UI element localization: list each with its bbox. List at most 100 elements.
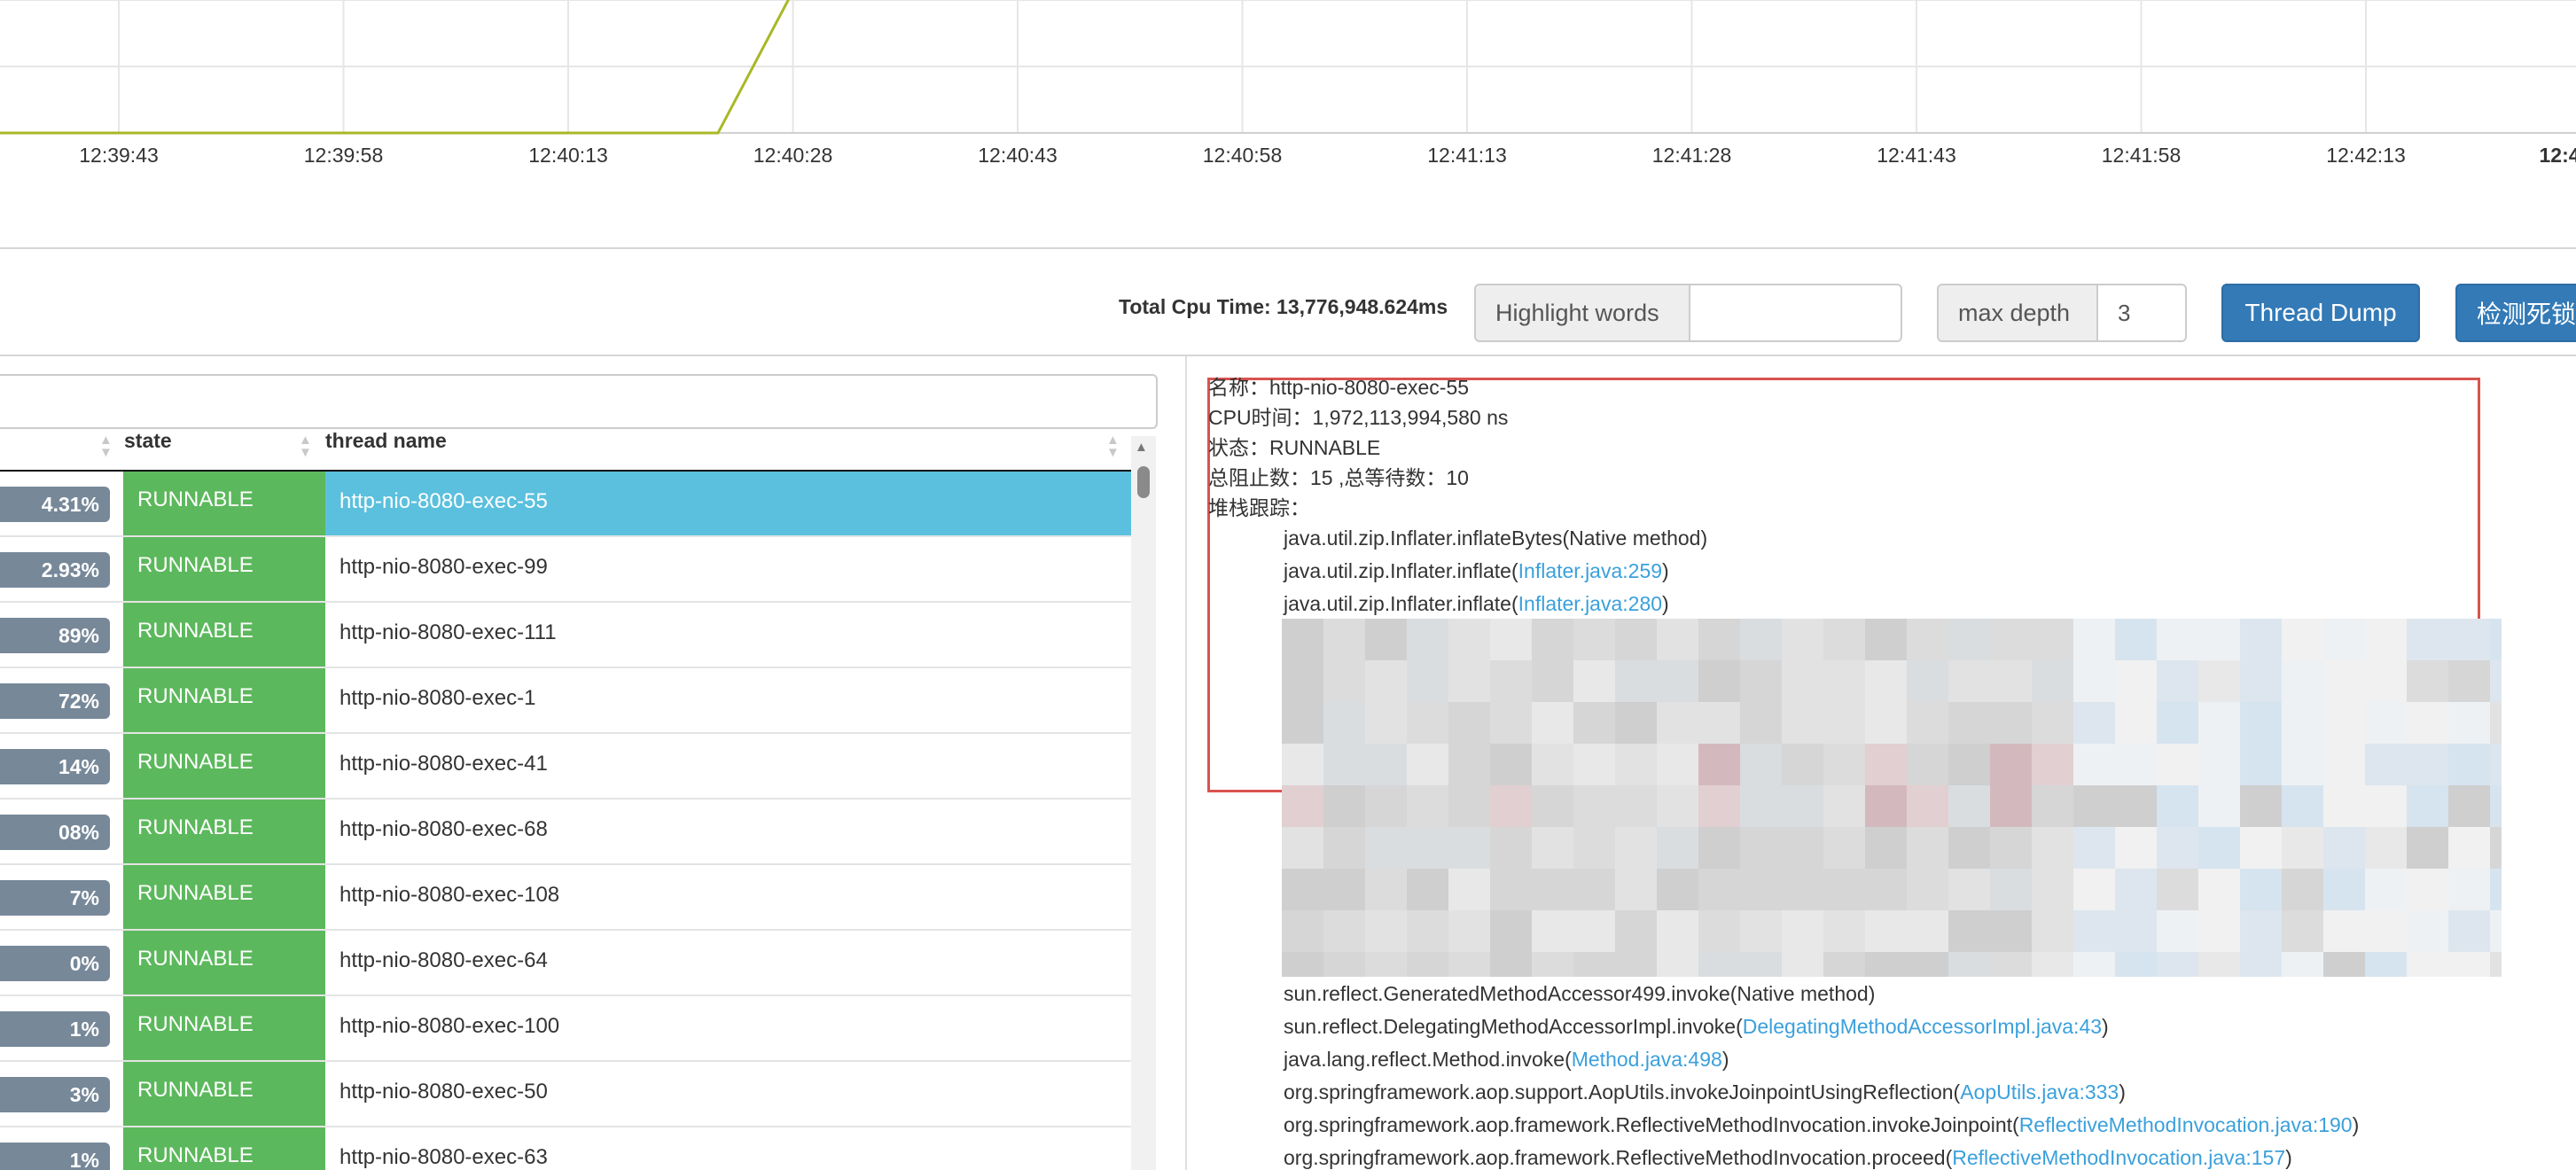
cpu-percent-badge: 3% bbox=[0, 1077, 110, 1112]
redaction-pixel bbox=[1740, 660, 1782, 702]
highlight-words-input[interactable] bbox=[1690, 284, 1902, 342]
redaction-pixel bbox=[2282, 952, 2323, 977]
scroll-up-arrow-icon[interactable]: ▲ bbox=[1135, 440, 1148, 455]
column-header-state[interactable]: state bbox=[124, 429, 319, 473]
x-tick-label: 12:39:43 bbox=[79, 144, 159, 167]
table-row[interactable]: 4.31% RUNNABLE http-nio-8080-exec-55 bbox=[0, 472, 1131, 537]
column-header-thread-name[interactable]: thread name bbox=[325, 429, 1105, 473]
redaction-pixel bbox=[1740, 785, 1782, 827]
redaction-pixel bbox=[2365, 952, 2407, 977]
redaction-pixel bbox=[2157, 785, 2198, 827]
source-link[interactable]: Inflater.java:280 bbox=[1518, 592, 1662, 615]
source-link[interactable]: Inflater.java:259 bbox=[1518, 559, 1662, 582]
table-scrollbar-thumb[interactable] bbox=[1137, 466, 1150, 498]
redaction-pixel bbox=[2157, 827, 2198, 869]
table-row[interactable]: 3% RUNNABLE http-nio-8080-exec-50 bbox=[0, 1062, 1131, 1127]
redaction-pixel bbox=[1573, 702, 1615, 744]
redaction-pixel bbox=[2240, 952, 2282, 977]
redaction-pixel bbox=[2240, 619, 2282, 660]
max-depth-input[interactable]: 3 bbox=[2098, 284, 2187, 342]
table-row[interactable]: 0% RUNNABLE http-nio-8080-exec-64 bbox=[0, 931, 1131, 996]
table-row[interactable]: 14% RUNNABLE http-nio-8080-exec-41 bbox=[0, 734, 1131, 800]
redaction-pixel bbox=[1948, 744, 1990, 785]
redaction-pixel bbox=[2198, 910, 2240, 952]
redaction-pixel bbox=[1365, 702, 1407, 744]
redaction-pixel bbox=[1948, 869, 1990, 910]
redaction-pixel bbox=[2323, 744, 2365, 785]
redaction-pixel bbox=[1865, 827, 1907, 869]
redaction-pixel bbox=[1448, 702, 1490, 744]
thread-name-cell: http-nio-8080-exec-100 bbox=[340, 1014, 560, 1038]
redaction-pixel bbox=[1782, 869, 1823, 910]
redaction-pixel bbox=[2407, 827, 2448, 869]
redaction-pixel bbox=[1948, 785, 1990, 827]
thread-name-cell: http-nio-8080-exec-111 bbox=[340, 620, 557, 644]
redaction-pixel bbox=[2323, 702, 2365, 744]
redaction-pixel bbox=[2198, 952, 2240, 977]
cpu-cell: 14% bbox=[0, 734, 123, 798]
x-tick-label: 12:41:28 bbox=[1652, 144, 1732, 167]
sort-state-icon[interactable]: ▲ ▼ bbox=[299, 433, 312, 459]
redaction-pixel bbox=[2490, 744, 2502, 785]
redaction-pixel bbox=[1823, 619, 1865, 660]
cpu-cell: 2.93% bbox=[0, 537, 123, 601]
redaction-pixel bbox=[1657, 744, 1698, 785]
table-row[interactable]: 2.93% RUNNABLE http-nio-8080-exec-99 bbox=[0, 537, 1131, 603]
table-row[interactable]: 72% RUNNABLE http-nio-8080-exec-1 bbox=[0, 668, 1131, 734]
redaction-pixel bbox=[2282, 619, 2323, 660]
source-link[interactable]: ReflectiveMethodInvocation.java:157 bbox=[1952, 1146, 2285, 1169]
detect-deadlock-button[interactable]: 检测死锁 bbox=[2455, 284, 2576, 342]
redaction-pixel bbox=[1532, 660, 1573, 702]
redaction-pixel bbox=[2448, 910, 2490, 952]
redaction-pixel bbox=[2240, 785, 2282, 827]
stack-frame: java.util.zip.Inflater.inflate(Inflater.… bbox=[1284, 559, 1669, 583]
redaction-pixel bbox=[1282, 910, 1323, 952]
redaction-pixel bbox=[1990, 869, 2032, 910]
redaction-pixel bbox=[2157, 952, 2198, 977]
redaction-pixel bbox=[2073, 952, 2115, 977]
state-cell: RUNNABLE bbox=[123, 800, 325, 863]
redaction-pixel bbox=[2032, 702, 2073, 744]
sort-thread-name-icon[interactable]: ▲ ▼ bbox=[1106, 433, 1120, 459]
redaction-pixel bbox=[2240, 660, 2282, 702]
redaction-pixel bbox=[1532, 910, 1573, 952]
source-link[interactable]: Method.java:498 bbox=[1572, 1048, 1722, 1071]
table-row[interactable]: 08% RUNNABLE http-nio-8080-exec-68 bbox=[0, 800, 1131, 865]
redaction-pixel bbox=[1448, 660, 1490, 702]
redaction-pixel bbox=[2407, 619, 2448, 660]
redaction-pixel bbox=[1657, 827, 1698, 869]
table-row[interactable]: 89% RUNNABLE http-nio-8080-exec-111 bbox=[0, 603, 1131, 668]
state-cell: RUNNABLE bbox=[123, 865, 325, 929]
thread-dump-button[interactable]: Thread Dump bbox=[2221, 284, 2420, 342]
redaction-pixel bbox=[2365, 744, 2407, 785]
redaction-pixel bbox=[1532, 952, 1573, 977]
table-row[interactable]: 1% RUNNABLE http-nio-8080-exec-63 bbox=[0, 1127, 1131, 1170]
redaction-pixel bbox=[1448, 619, 1490, 660]
source-link[interactable]: DelegatingMethodAccessorImpl.java:43 bbox=[1743, 1015, 2102, 1038]
redaction-pixel bbox=[1907, 827, 1948, 869]
redaction-pixel bbox=[2073, 785, 2115, 827]
source-link[interactable]: ReflectiveMethodInvocation.java:190 bbox=[2019, 1113, 2353, 1136]
redaction-pixel bbox=[2282, 702, 2323, 744]
redaction-pixel bbox=[2490, 785, 2502, 827]
redaction-pixel bbox=[1990, 660, 2032, 702]
redaction-pixel bbox=[1698, 702, 1740, 744]
table-row[interactable]: 1% RUNNABLE http-nio-8080-exec-100 bbox=[0, 996, 1131, 1062]
redaction-pixel bbox=[2115, 785, 2157, 827]
table-scrollbar[interactable] bbox=[1131, 436, 1156, 1170]
cpu-cell: 1% bbox=[0, 996, 123, 1060]
table-search-input[interactable] bbox=[0, 374, 1158, 429]
table-row[interactable]: 7% RUNNABLE http-nio-8080-exec-108 bbox=[0, 865, 1131, 931]
sort-cpu-icon[interactable]: ▲ ▼ bbox=[99, 433, 113, 459]
source-link[interactable]: AopUtils.java:333 bbox=[1960, 1080, 2119, 1104]
redaction-pixel bbox=[2240, 827, 2282, 869]
cpu-percent-badge: 89% bbox=[0, 618, 110, 653]
redaction-pixel bbox=[2073, 619, 2115, 660]
redaction-pixel bbox=[1448, 827, 1490, 869]
redaction-pixel bbox=[1865, 744, 1907, 785]
redaction-pixel bbox=[1323, 702, 1365, 744]
redaction-pixel bbox=[1448, 869, 1490, 910]
redaction-pixel bbox=[1865, 660, 1907, 702]
redaction-pixel bbox=[1365, 660, 1407, 702]
stack-frame-close: ) bbox=[1662, 592, 1669, 615]
